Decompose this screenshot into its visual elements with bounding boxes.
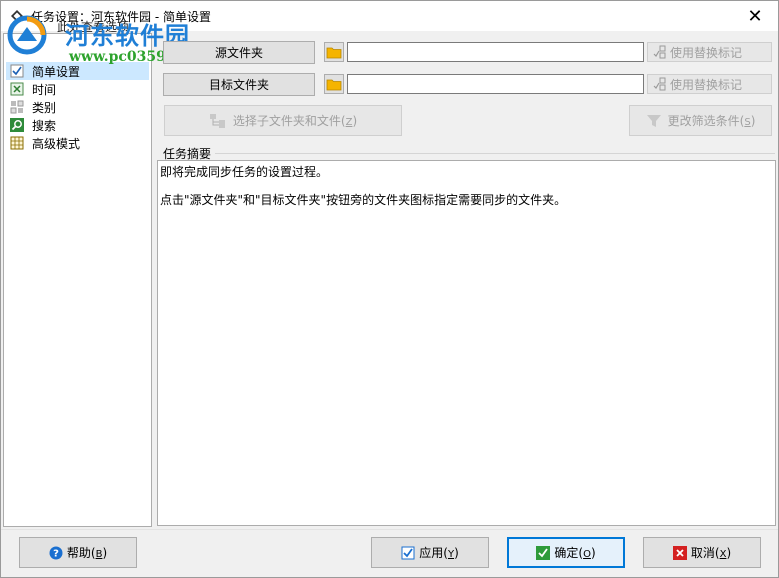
clock-icon: [10, 82, 24, 96]
options-nav: 简单设置 时间 类别 搜索 高级模式: [3, 33, 152, 527]
target-replace-mark-label: 使用替换标记: [670, 77, 743, 92]
replace-mark-icon: [653, 77, 666, 91]
apply-label: 应用: [419, 546, 444, 560]
window-title: 任务设置：河东软件园 - 简单设置: [31, 10, 211, 24]
replace-mark-icon: [653, 45, 666, 59]
nav-item-advanced[interactable]: 高级模式: [6, 134, 149, 152]
checklist-icon: [10, 64, 24, 78]
help-key: B: [95, 548, 103, 560]
close-button[interactable]: ✕: [732, 1, 778, 31]
nav-item-category[interactable]: 类别: [6, 98, 149, 116]
help-button[interactable]: ? 帮助 (B): [19, 537, 137, 568]
nav-item-search[interactable]: 搜索: [6, 116, 149, 134]
source-replace-mark-label: 使用替换标记: [670, 45, 743, 60]
ok-accel: (O): [578, 545, 596, 560]
source-folder-button[interactable]: 源文件夹: [163, 41, 315, 64]
nav-item-label: 类别: [32, 100, 57, 115]
close-icon: ✕: [747, 5, 763, 27]
cancel-key: X: [719, 548, 727, 560]
select-subfolders-key: Z: [345, 116, 353, 128]
help-accel: (B): [90, 545, 108, 560]
summary-line-1: 即将完成同步任务的设置过程。: [160, 165, 329, 179]
source-replace-mark-button[interactable]: 使用替换标记: [647, 42, 772, 62]
cancel-label: 取消: [690, 546, 715, 560]
target-folder-button[interactable]: 目标文件夹: [163, 73, 315, 96]
apply-key: Y: [447, 548, 455, 560]
footer-divider: [1, 529, 778, 530]
cancel-accel: (X): [714, 545, 732, 560]
change-filter-key: S: [744, 116, 751, 128]
nav-item-label: 简单设置: [32, 64, 81, 79]
grid-icon: [10, 136, 24, 150]
target-folder-label: 目标文件夹: [208, 78, 269, 92]
change-filter-accel: (S): [739, 113, 756, 128]
ok-label: 确定: [554, 546, 579, 560]
title-bar: 任务设置：河东软件园 - 简单设置 ✕: [1, 1, 778, 31]
nav-item-label: 高级模式: [32, 136, 81, 151]
check-icon: [536, 545, 551, 560]
select-subfolders-label: 选择子文件夹和文件: [232, 114, 341, 128]
filter-icon: [646, 114, 661, 127]
summary-text-box: 即将完成同步任务的设置过程。 点击"源文件夹"和"目标文件夹"按钮旁的文件夹图标…: [157, 160, 776, 526]
ok-button[interactable]: 确定 (O): [507, 537, 625, 568]
help-icon: ?: [49, 546, 63, 559]
summary-line-2: 点击"源文件夹"和"目标文件夹"按钮旁的文件夹图标指定需要同步的文件夹。: [160, 193, 567, 207]
target-browse-button[interactable]: [324, 74, 344, 94]
source-folder-label: 源文件夹: [214, 46, 263, 60]
apply-button[interactable]: 应用 (Y): [371, 537, 489, 568]
apply-icon: [401, 546, 415, 559]
folder-icon: [326, 79, 342, 91]
dialog-window: 任务设置：河东软件园 - 简单设置 ✕ 简单设置 时间 类别 搜索 高级模式 此…: [0, 0, 779, 578]
nav-item-label: 时间: [32, 82, 57, 97]
summary-divider: [215, 153, 775, 154]
cancel-button[interactable]: 取消 (X): [643, 537, 761, 568]
change-filter-label: 更改筛选条件: [667, 114, 740, 128]
app-icon: [11, 10, 23, 22]
select-subfolders-button[interactable]: 选择子文件夹和文件 (Z): [164, 105, 402, 136]
nav-item-time[interactable]: 时间: [6, 80, 149, 98]
ok-key: O: [583, 548, 591, 560]
folder-icon: [326, 47, 342, 59]
apply-accel: (Y): [443, 545, 459, 560]
target-path-input[interactable]: [347, 74, 644, 94]
folder-tree-icon: [209, 113, 225, 128]
help-label: 帮助: [66, 546, 91, 560]
source-browse-button[interactable]: [324, 42, 344, 62]
change-filter-button[interactable]: 更改筛选条件 (S): [629, 105, 772, 136]
nav-item-simple-settings[interactable]: 简单设置: [6, 62, 149, 80]
svg-text:?: ?: [53, 548, 59, 559]
target-replace-mark-button[interactable]: 使用替换标记: [647, 74, 772, 94]
cancel-icon: [672, 545, 687, 560]
nav-item-label: 搜索: [32, 118, 57, 133]
source-path-input[interactable]: [347, 42, 644, 62]
search-icon: [10, 118, 24, 132]
select-subfolders-accel: (Z): [340, 113, 358, 128]
category-icon: [10, 100, 24, 114]
